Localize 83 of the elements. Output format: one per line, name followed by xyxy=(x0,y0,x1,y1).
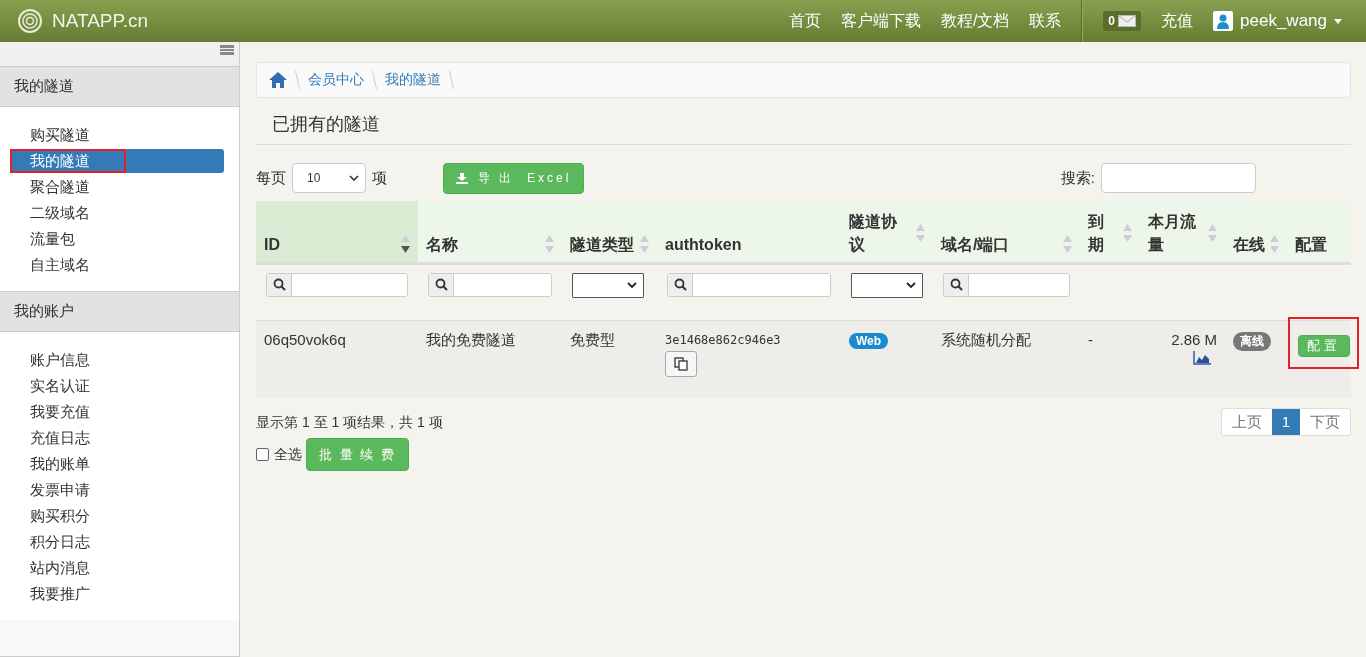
column-header[interactable]: ID xyxy=(256,201,418,263)
column-filter-select[interactable] xyxy=(851,272,923,298)
page-size-unit: 项 xyxy=(372,168,387,188)
table-cell: 免费型 xyxy=(570,330,615,348)
column-header[interactable]: 名称 xyxy=(418,201,562,263)
nav-link[interactable]: 首页 xyxy=(788,10,821,32)
table-cell: 06q50vok6q xyxy=(264,330,346,348)
nav-link[interactable]: 教程/文档 xyxy=(940,10,1010,32)
breadcrumb-link[interactable]: 我的隧道 xyxy=(385,71,441,89)
column-header[interactable]: 隧道协议 xyxy=(841,201,933,263)
pagination-button[interactable]: 下页 xyxy=(1300,409,1350,435)
column-header[interactable]: 隧道类型 xyxy=(562,201,657,263)
table-cell-text: 3e1468e862c946e3 xyxy=(665,332,782,347)
search-icon xyxy=(434,278,448,291)
sidebar-item[interactable]: 购买隧道 xyxy=(10,123,224,147)
sidebar-item[interactable]: 充值日志 xyxy=(10,426,224,450)
column-header[interactable]: 本月流量 xyxy=(1140,201,1225,263)
sidebar-item[interactable]: 购买积分 xyxy=(10,504,224,528)
search-label: 搜索: xyxy=(1060,168,1095,188)
user-menu[interactable]: peek_wang xyxy=(1213,11,1342,31)
table-cell: - xyxy=(1088,330,1093,348)
recharge-link[interactable]: 充值 xyxy=(1161,10,1194,32)
column-header[interactable]: authtoken xyxy=(657,201,841,263)
select-all-label: 全选 xyxy=(274,445,302,464)
sidebar-item[interactable]: 账户信息 xyxy=(10,348,224,372)
download-icon xyxy=(456,172,468,184)
copy-icon xyxy=(674,356,688,371)
column-filter-field[interactable] xyxy=(266,272,408,297)
area-chart-icon[interactable] xyxy=(1193,350,1211,365)
column-header[interactable]: 配置 xyxy=(1287,201,1351,263)
column-filter-field[interactable] xyxy=(943,272,1070,297)
table-cell: 系统随机分配 xyxy=(941,330,1031,348)
sidebar-item[interactable]: 聚合隧道 xyxy=(10,175,224,199)
sidebar-item[interactable]: 发票申请 xyxy=(10,478,224,502)
sidebar-item[interactable]: 我要充值 xyxy=(10,400,224,424)
column-header[interactable]: 域名/端口 xyxy=(933,201,1080,263)
sidebar-item[interactable]: 二级域名 xyxy=(10,201,224,225)
page-size-label: 每页 xyxy=(256,168,286,188)
chevron-down-icon xyxy=(627,282,637,288)
chevron-down-icon xyxy=(906,282,916,288)
search-field[interactable] xyxy=(1101,163,1256,193)
sidebar-section-header[interactable]: 我的账户 xyxy=(0,291,239,332)
sidebar-item[interactable]: 积分日志 xyxy=(10,530,224,554)
breadcrumb-separator-icon xyxy=(372,71,377,89)
pagination-button[interactable]: 1 xyxy=(1271,409,1300,435)
table-cell: 我的免费隧道 xyxy=(426,330,516,348)
home-icon[interactable] xyxy=(269,72,287,88)
breadcrumb-link[interactable]: 会员中心 xyxy=(308,71,364,89)
search-icon xyxy=(673,278,687,291)
protocol-badge: Web xyxy=(849,332,889,349)
envelope-icon xyxy=(1118,15,1137,27)
sidebar-item[interactable]: 我的账单 xyxy=(10,452,224,476)
message-badge[interactable]: 0 xyxy=(1103,11,1142,31)
breadcrumb-separator-icon xyxy=(295,71,300,89)
chevron-down-icon xyxy=(349,175,359,181)
table-cell-text: 2.86 M xyxy=(1170,330,1217,348)
column-header[interactable]: 到期 xyxy=(1080,201,1140,263)
sidebar-item[interactable]: 流量包 xyxy=(10,227,224,251)
nav-link[interactable]: 联系 xyxy=(1029,10,1062,32)
copy-button[interactable] xyxy=(665,350,697,377)
select-all-checkbox[interactable] xyxy=(256,448,269,461)
spiral-logo-icon xyxy=(18,9,42,33)
page-size-select[interactable]: 10 xyxy=(292,163,366,193)
column-header[interactable]: 在线 xyxy=(1225,201,1287,263)
sidebar-item[interactable]: 站内消息 xyxy=(10,556,224,580)
menu-icon[interactable] xyxy=(220,45,234,55)
column-filter-field[interactable] xyxy=(428,272,552,297)
results-summary: 显示第 1 至 1 项结果，共 1 项 xyxy=(256,414,443,432)
column-filter-select[interactable] xyxy=(572,272,644,298)
page-title: 已拥有的隧道 xyxy=(256,112,1351,145)
sidebar-item[interactable]: 自主域名 xyxy=(10,253,224,277)
status-badge: 离线 xyxy=(1233,331,1271,351)
caret-icon xyxy=(1334,18,1342,24)
user-avatar-icon xyxy=(1213,11,1234,31)
search-icon xyxy=(272,278,286,291)
sidebar-item[interactable]: 实名认证 xyxy=(10,374,224,398)
pagination-button[interactable]: 上页 xyxy=(1221,409,1272,435)
column-filter-field[interactable] xyxy=(667,272,831,297)
search-icon xyxy=(949,278,963,291)
breadcrumb-separator-icon xyxy=(449,71,454,89)
sidebar-section-header[interactable]: 我的隧道 xyxy=(0,66,239,107)
nav-link[interactable]: 客户端下载 xyxy=(840,10,921,32)
sidebar-item[interactable]: 我要推广 xyxy=(10,582,224,606)
